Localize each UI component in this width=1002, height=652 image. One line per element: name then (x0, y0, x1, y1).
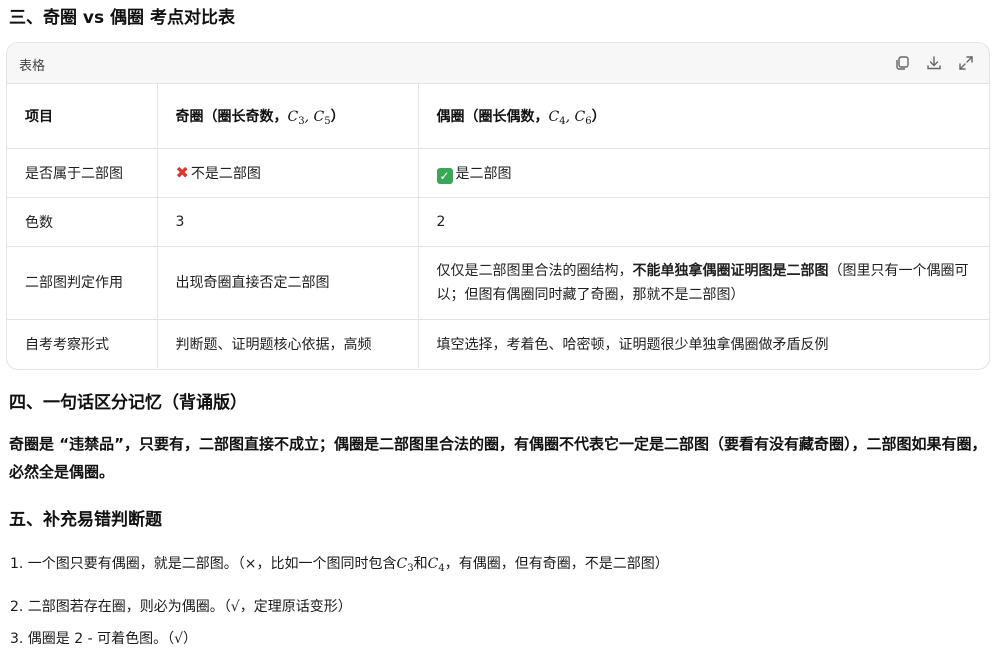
table-header-row: 项目 奇圈（圈长奇数，C3, C5） 偶圈（圈长偶数，C4, C6） (7, 84, 989, 149)
table-row: 色数 3 2 (7, 197, 989, 247)
cell-item: 二部图判定作用 (7, 246, 158, 320)
copy-icon[interactable] (893, 54, 911, 72)
list-item: 2. 二部图若存在圈，则必为偶圈。（√，定理原话变形） (10, 599, 352, 615)
cell-item: 色数 (7, 197, 158, 247)
expand-icon[interactable] (957, 54, 975, 72)
cell-even: 2 (418, 197, 989, 247)
section-title-three: 三、奇圈 vs 偶圈 考点对比表 (9, 8, 235, 28)
cell-even: ✓ 是二部图 (418, 148, 989, 198)
cell-item: 自考考察形式 (7, 319, 158, 368)
check-mark-icon: ✓ (436, 167, 453, 184)
cell-odd: 3 (157, 197, 419, 247)
list-item: 1. 一个图只要有偶圈，就是二部图。（×，比如一个图同时包含C3和C4，有偶圈，… (10, 556, 669, 574)
table-row: 二部图判定作用 出现奇圈直接否定二部图 仅仅是二部图里合法的圈结构，不能单独拿偶… (7, 246, 989, 320)
table-card: 表格 项目 奇圈（圈长奇数，C3, C5） 偶圈（圈长偶数，C4, C6） 是否… (6, 42, 990, 370)
cell-odd: 出现奇圈直接否定二部图 (157, 246, 419, 320)
cell-even: 填空选择，考着色、哈密顿，证明题很少单独拿偶圈做矛盾反例 (436, 337, 829, 353)
download-icon[interactable] (925, 54, 943, 72)
table-card-header: 表格 (7, 43, 989, 84)
cell-odd: 判断题、证明题核心依据，高频 (157, 319, 419, 368)
memory-paragraph: 奇圈是 “违禁品”，只要有，二部图直接不成立；偶圈是二部图里合法的圈，有偶圈不代… (9, 435, 987, 481)
table-row: 是否属于二部图 ✖ 不是二部图 ✓ 是二部图 (7, 148, 989, 198)
cell-odd: ✖ 不是二部图 (157, 148, 419, 198)
header-odd-cycle: 奇圈（圈长奇数，C3, C5） (157, 84, 419, 149)
header-item: 项目 (7, 84, 158, 149)
table-row: 自考考察形式 判断题、证明题核心依据，高频 填空选择，考着色、哈密顿，证明题很少… (7, 319, 989, 368)
section-title-four: 四、一句话区分记忆（背诵版） (9, 393, 247, 413)
header-even-cycle: 偶圈（圈长偶数，C4, C6） (418, 84, 989, 149)
table-card-label: 表格 (19, 59, 46, 74)
comparison-table: 项目 奇圈（圈长奇数，C3, C5） 偶圈（圈长偶数，C4, C6） 是否属于二… (7, 84, 989, 368)
list-item: 3. 偶圈是 2 - 可着色图。（√） (10, 631, 198, 647)
cell-even: 仅仅是二部图里合法的圈结构，不能单独拿偶圈证明图是二部图（图里只有一个偶圈可以；… (418, 246, 989, 320)
cross-mark-icon: ✖ (175, 163, 189, 182)
section-title-five: 五、补充易错判断题 (9, 510, 162, 530)
cell-item: 是否属于二部图 (7, 148, 158, 198)
